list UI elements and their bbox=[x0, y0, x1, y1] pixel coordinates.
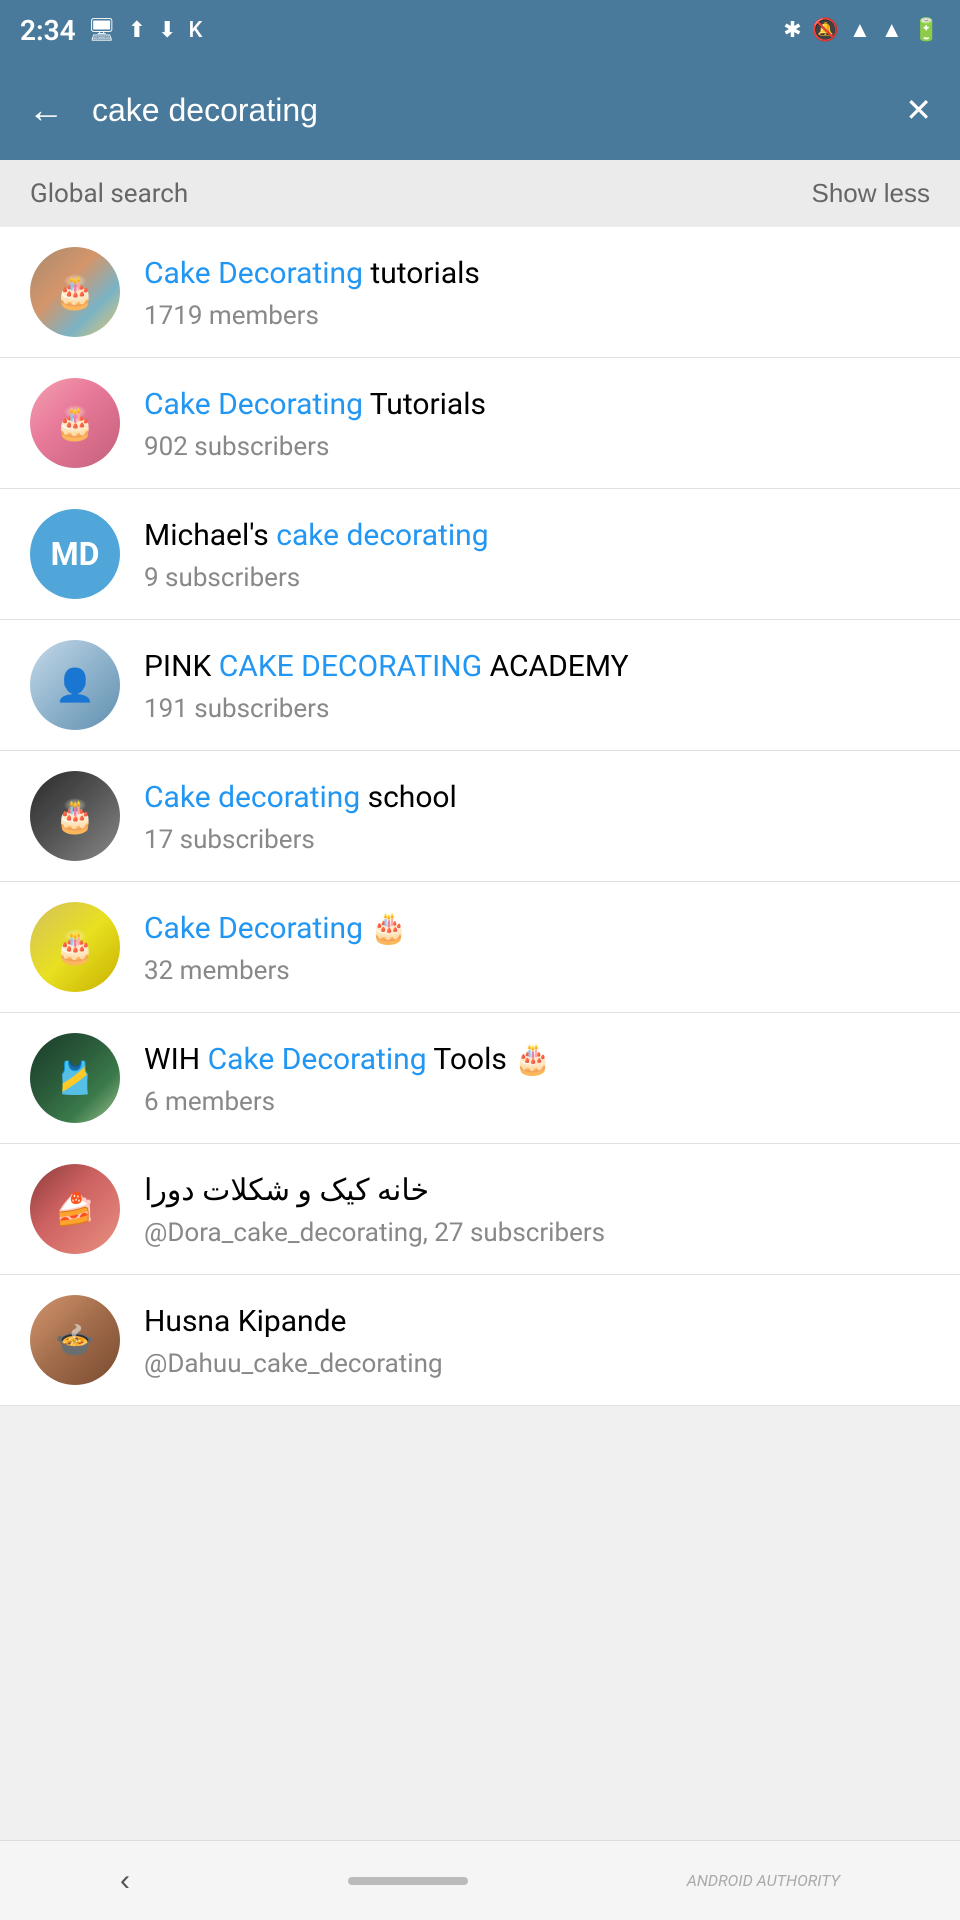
avatar-image: 🎂 bbox=[30, 771, 120, 861]
status-right: ✱ 🔕 ▲ ▲ 🔋 bbox=[783, 17, 940, 43]
highlight-text: Cake Decorating bbox=[144, 256, 363, 291]
status-icon-1: 🖥 bbox=[88, 18, 116, 43]
avatar-image: 🍰 bbox=[30, 1164, 120, 1254]
mute-icon: 🔕 bbox=[812, 18, 839, 43]
normal-text: خانه کیک و شکلات دورا bbox=[144, 1173, 429, 1208]
result-title: Michael's cake decorating bbox=[144, 516, 930, 555]
status-bar: 2:34 🖥 ⬆ ⬇ K ✱ 🔕 ▲ ▲ 🔋 bbox=[0, 0, 960, 60]
back-button[interactable]: ← bbox=[20, 81, 72, 139]
status-icon-2: ⬆ bbox=[128, 18, 146, 43]
clear-button[interactable]: ✕ bbox=[897, 83, 940, 137]
normal-text: WIH bbox=[144, 1042, 208, 1077]
result-info: PINK CAKE DECORATING ACADEMY 191 subscrib… bbox=[144, 647, 930, 724]
avatar-image: 🎂 bbox=[30, 247, 120, 337]
normal-text: 🎂 bbox=[363, 911, 408, 946]
highlight-text: Cake Decorating bbox=[144, 387, 363, 422]
result-info: WIH Cake Decorating Tools 🎂 6 members bbox=[144, 1040, 930, 1117]
avatar-image: 🍲 bbox=[30, 1295, 120, 1385]
result-title: Cake Decorating 🎂 bbox=[144, 909, 930, 948]
avatar: 🍰 bbox=[30, 1164, 120, 1254]
result-subtitle: 6 members bbox=[144, 1087, 930, 1117]
list-item[interactable]: 🍰 خانه کیک و شکلات دورا @Dora_cake_decorat… bbox=[0, 1144, 960, 1275]
result-subtitle: 1719 members bbox=[144, 301, 930, 331]
signal-icon: ▲ bbox=[881, 17, 903, 43]
results-list: 🎂Cake Decorating tutorials1719 members🎂C… bbox=[0, 227, 960, 1406]
result-info: Cake Decorating Tutorials 902 subscribers bbox=[144, 385, 930, 462]
result-title: خانه کیک و شکلات دورا bbox=[144, 1171, 930, 1210]
avatar: 🎂 bbox=[30, 247, 120, 337]
result-subtitle: 32 members bbox=[144, 956, 930, 986]
avatar-image: 🎂 bbox=[30, 378, 120, 468]
avatar-image: 👤 bbox=[30, 640, 120, 730]
search-input[interactable] bbox=[92, 92, 877, 129]
status-left: 2:34 🖥 ⬆ ⬇ K bbox=[20, 14, 202, 47]
status-icon-4: K bbox=[188, 18, 202, 43]
search-bar: ← ✕ bbox=[0, 60, 960, 160]
result-info: Cake decorating school 17 subscribers bbox=[144, 778, 930, 855]
avatar: 🎂 bbox=[30, 378, 120, 468]
result-title: WIH Cake Decorating Tools 🎂 bbox=[144, 1040, 930, 1079]
result-subtitle: @Dahuu_cake_decorating bbox=[144, 1349, 930, 1379]
list-item[interactable]: 🎂 Cake Decorating Tutorials 902 subscriber… bbox=[0, 358, 960, 489]
bottom-nav: ‹ ANDROID AUTHORITY bbox=[0, 1840, 960, 1920]
battery-icon: 🔋 bbox=[913, 18, 940, 43]
avatar: 🍲 bbox=[30, 1295, 120, 1385]
result-title: PINK CAKE DECORATING ACADEMY bbox=[144, 647, 930, 686]
list-item[interactable]: 🎂 Cake decorating school 17 subscribers bbox=[0, 751, 960, 882]
normal-text: Michael's bbox=[144, 518, 276, 553]
result-info: Cake Decorating 🎂 32 members bbox=[144, 909, 930, 986]
normal-text: PINK bbox=[144, 649, 219, 684]
nav-home-bar[interactable] bbox=[348, 1877, 468, 1885]
show-less-button[interactable]: Show less bbox=[812, 178, 931, 209]
status-time: 2:34 bbox=[20, 14, 76, 47]
bluetooth-icon: ✱ bbox=[783, 18, 801, 43]
nav-back-button[interactable]: ‹ bbox=[120, 1864, 130, 1898]
global-search-label: Global search bbox=[30, 179, 188, 209]
avatar: MD bbox=[30, 509, 120, 599]
result-subtitle: 902 subscribers bbox=[144, 432, 930, 462]
avatar: 🎽 bbox=[30, 1033, 120, 1123]
avatar: 🎂 bbox=[30, 771, 120, 861]
normal-text: ACADEMY bbox=[482, 649, 628, 684]
result-title: Cake decorating school bbox=[144, 778, 930, 817]
result-subtitle: 191 subscribers bbox=[144, 694, 930, 724]
result-subtitle: @Dora_cake_decorating, 27 subscribers bbox=[144, 1218, 930, 1248]
result-info: Cake Decorating tutorials 1719 members bbox=[144, 254, 930, 331]
normal-text: Tutorials bbox=[363, 387, 486, 422]
highlight-text: Cake Decorating bbox=[144, 911, 363, 946]
normal-text: tutorials bbox=[363, 256, 480, 291]
avatar-image: 🎂 bbox=[30, 902, 120, 992]
list-item[interactable]: 🎂Cake Decorating 🎂32 members bbox=[0, 882, 960, 1013]
list-item[interactable]: 🎽 WIH Cake Decorating Tools 🎂 6 members bbox=[0, 1013, 960, 1144]
result-subtitle: 9 subscribers bbox=[144, 563, 930, 593]
result-title: Husna Kipande bbox=[144, 1302, 930, 1341]
result-subtitle: 17 subscribers bbox=[144, 825, 930, 855]
avatar: 🎂 bbox=[30, 902, 120, 992]
normal-text: Husna Kipande bbox=[144, 1304, 346, 1339]
avatar-text: MD bbox=[30, 509, 120, 599]
result-info: Michael's cake decorating 9 subscribers bbox=[144, 516, 930, 593]
highlight-text: cake decorating bbox=[276, 518, 488, 553]
nav-brand-label: ANDROID AUTHORITY bbox=[687, 1871, 840, 1890]
list-item[interactable]: 👤 PINK CAKE DECORATING ACADEMY 191 subscri… bbox=[0, 620, 960, 751]
global-search-header: Global search Show less bbox=[0, 160, 960, 227]
result-info: خانه کیک و شکلات دورا @Dora_cake_decorati… bbox=[144, 1171, 930, 1248]
list-item[interactable]: MD Michael's cake decorating 9 subscribers bbox=[0, 489, 960, 620]
highlight-text: Cake Decorating bbox=[208, 1042, 427, 1077]
avatar: 👤 bbox=[30, 640, 120, 730]
status-icon-3: ⬇ bbox=[158, 18, 176, 43]
highlight-text: Cake decorating bbox=[144, 780, 360, 815]
list-item[interactable]: 🎂 Cake Decorating tutorials 1719 members bbox=[0, 227, 960, 358]
normal-text: Tools 🎂 bbox=[427, 1042, 552, 1077]
result-title: Cake Decorating tutorials bbox=[144, 254, 930, 293]
highlight-text: CAKE DECORATING bbox=[219, 649, 482, 684]
avatar-image: 🎽 bbox=[30, 1033, 120, 1123]
normal-text: school bbox=[360, 780, 457, 815]
result-info: Husna Kipande @Dahuu_cake_decorating bbox=[144, 1302, 930, 1379]
result-title: Cake Decorating Tutorials bbox=[144, 385, 930, 424]
list-item[interactable]: 🍲 Husna Kipande @Dahuu_cake_decorating bbox=[0, 1275, 960, 1406]
wifi-icon: ▲ bbox=[849, 17, 871, 43]
